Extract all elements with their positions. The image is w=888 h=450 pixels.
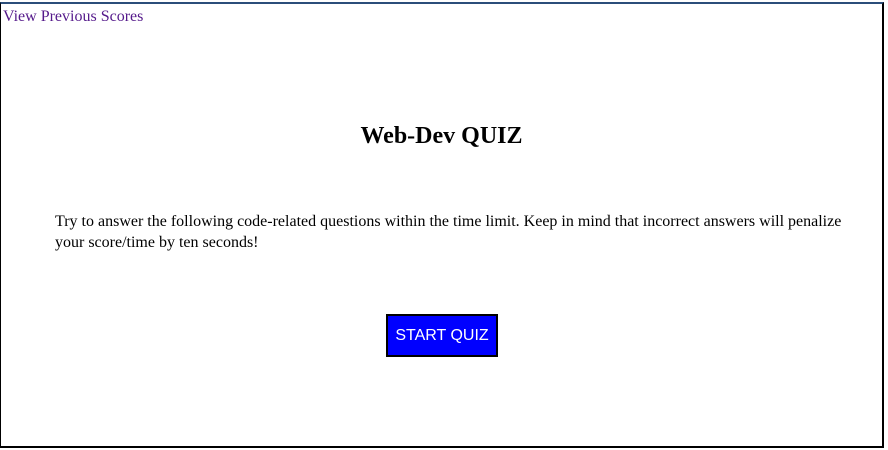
view-previous-scores-link[interactable]: View Previous Scores — [3, 7, 143, 26]
start-quiz-button[interactable]: START QUIZ — [386, 314, 498, 357]
quiz-instructions: Try to answer the following code-related… — [55, 213, 842, 251]
quiz-container: View Previous Scores Web-Dev QUIZ Try to… — [0, 2, 884, 448]
page-title: Web-Dev QUIZ — [360, 123, 523, 149]
